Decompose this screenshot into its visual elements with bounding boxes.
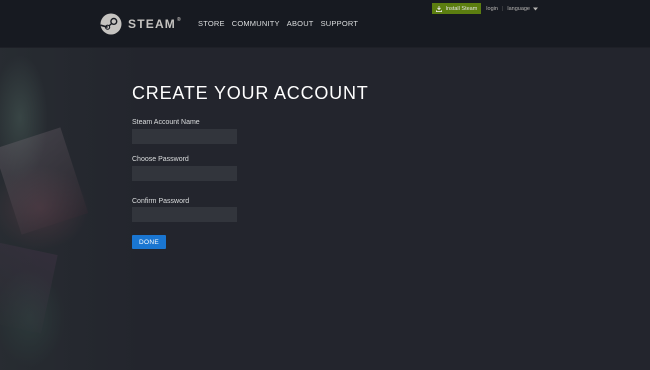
language-dropdown[interactable]: language [507, 6, 538, 12]
background-art-card [0, 127, 89, 235]
confirm-password-input[interactable] [132, 207, 237, 222]
steam-logo[interactable]: STEAM® [100, 13, 181, 35]
nav-support[interactable]: SUPPORT [321, 19, 359, 28]
nav-store[interactable]: STORE [198, 19, 225, 28]
login-link[interactable]: login [486, 6, 498, 12]
page-title: CREATE YOUR ACCOUNT [132, 83, 369, 103]
download-icon [435, 5, 442, 12]
choose-password-label: Choose Password [132, 156, 189, 163]
steam-wordmark: STEAM® [128, 17, 181, 31]
create-account-page: STEAM® STORE COMMUNITY ABOUT SUPPORT Ins… [0, 0, 650, 370]
install-steam-label: Install Steam [445, 5, 478, 12]
steam-logo-icon [100, 13, 122, 35]
global-header: STEAM® STORE COMMUNITY ABOUT SUPPORT Ins… [0, 0, 650, 48]
main-nav: STORE COMMUNITY ABOUT SUPPORT [198, 19, 358, 28]
nav-about[interactable]: ABOUT [287, 19, 314, 28]
caret-down-icon [533, 7, 538, 10]
nav-community[interactable]: COMMUNITY [232, 19, 280, 28]
done-button[interactable]: DONE [132, 235, 166, 249]
install-steam-button[interactable]: Install Steam [431, 3, 482, 14]
choose-password-input[interactable] [132, 166, 237, 181]
global-actions: Install Steam login | language [431, 3, 538, 14]
confirm-password-label: Confirm Password [132, 198, 190, 205]
separator: | [501, 5, 504, 12]
background-art-card [0, 242, 58, 334]
language-label: language [507, 5, 530, 12]
account-name-label: Steam Account Name [132, 119, 200, 126]
account-name-input[interactable] [132, 129, 237, 144]
background-artwork [0, 48, 140, 370]
